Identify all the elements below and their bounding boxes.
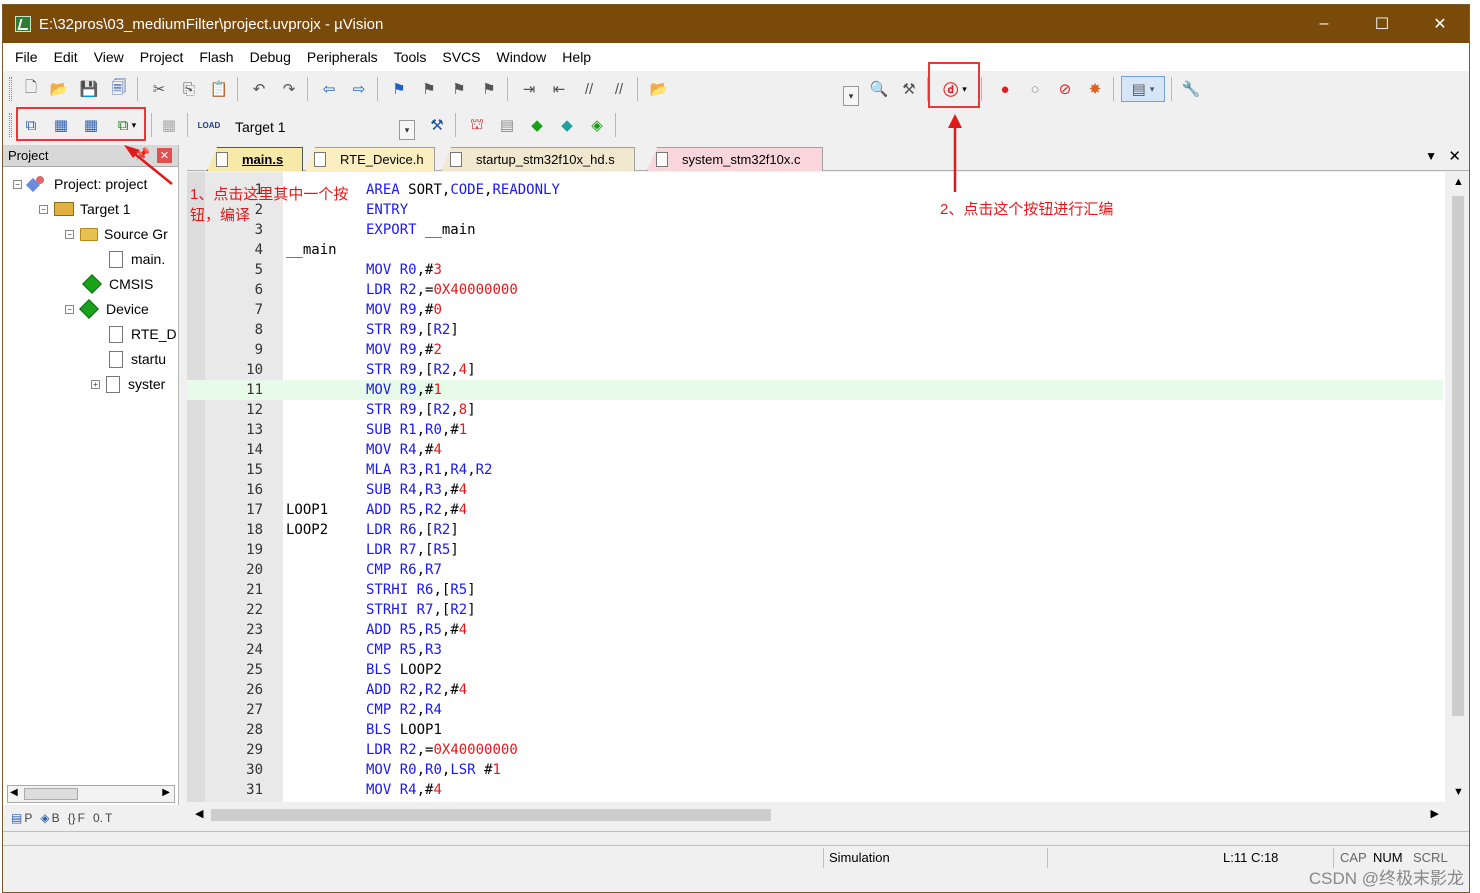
annotation-note-build: 1、点击这里其中一个按钮，编译 — [190, 186, 349, 224]
annotation-note-debug: 2、点击这个按钮进行汇编 — [940, 201, 1114, 218]
csdn-watermark: CSDN @终极末影龙 — [1308, 869, 1464, 888]
annotation-arrows — [124, 114, 962, 192]
